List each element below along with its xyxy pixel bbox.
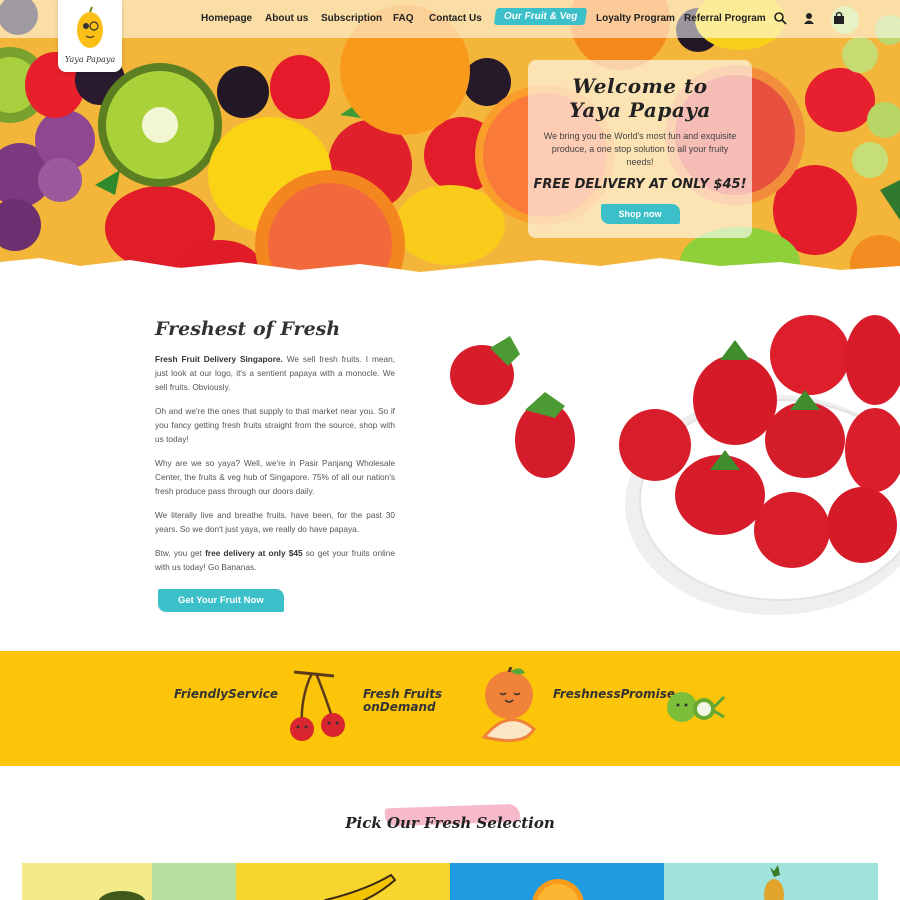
torn-paper-edge [0,258,900,290]
about-paragraph-2: Oh and we're the ones that supply to tha… [155,406,395,444]
pineapple-tile[interactable] [664,863,878,900]
papaya-mascot-icon: Yaya Papaya [65,6,115,64]
hero-banner: Yaya Papaya Homepage About us Subscripti… [0,0,900,290]
avocado-tile[interactable] [22,863,236,900]
account-icon[interactable] [802,11,816,25]
orange-tile[interactable] [450,863,664,900]
hero-promo: FREE DELIVERY AT ONLY $45! [533,177,747,192]
hero-subtitle: We bring you the World's most fun and ex… [543,131,737,167]
strawberries-image [450,315,900,615]
nav-contact-us[interactable]: Contact Us [429,13,482,24]
feature-friendly-service: FriendlyService [174,687,279,701]
nav-about-us[interactable]: About us [265,13,308,24]
about-heading: Freshest of Fresh [155,318,341,340]
cart-icon[interactable] [832,11,846,25]
nav-faq[interactable]: FAQ [393,13,414,24]
welcome-card: Welcome to Yaya Papaya We bring you the … [528,60,752,238]
product-tiles [22,863,878,900]
selection-header: Pick Our Fresh Selection [0,800,900,833]
get-your-fruit-button[interactable]: Get Your Fruit Now [158,589,284,612]
nav-homepage[interactable]: Homepage [201,13,252,24]
shop-now-button[interactable]: Shop now [600,204,680,224]
feature-fresh-fruits: Fresh Fruits onDemand [363,687,443,714]
cherries-icon [290,670,345,741]
yaya-papaya-logo[interactable]: Yaya Papaya [58,0,122,72]
logo-wordmark: Yaya Papaya [65,55,115,64]
about-paragraph-5: Btw, you get free delivery at only $45 s… [155,548,395,572]
feature-freshness-promise: FreshnessPromise [553,687,676,701]
nav-our-fruit-veg[interactable]: Our Fruit & Veg [493,8,588,25]
selection-title: Pick Our Fresh Selection [345,814,555,832]
orange-image [532,879,584,900]
hero-title: Welcome to Yaya Papaya [569,74,711,122]
about-paragraph-1: Fresh Fruit Delivery Singapore. We sell … [155,354,396,392]
search-icon[interactable] [773,11,787,25]
about-section: Freshest of Fresh Fresh Fruit Delivery S… [155,318,395,584]
apple-character-icon [481,667,536,743]
features-band: FriendlyService Fresh Fruits onDemand Fr… [0,651,900,766]
banana-image [324,873,397,900]
pineapple-image [764,865,784,900]
banana-tile[interactable] [236,863,450,900]
nav-loyalty-program[interactable]: Loyalty Program [596,13,675,24]
coconut-icon [667,692,726,722]
nav-referral-program[interactable]: Referral Program [684,13,766,24]
about-paragraph-4: We literally live and breathe fruits, ha… [155,510,395,534]
avocado-image [98,891,146,900]
nav-subscription[interactable]: Subscription [321,13,382,24]
about-paragraph-3: Why are we so yaya? Well, we're in Pasir… [155,458,395,496]
